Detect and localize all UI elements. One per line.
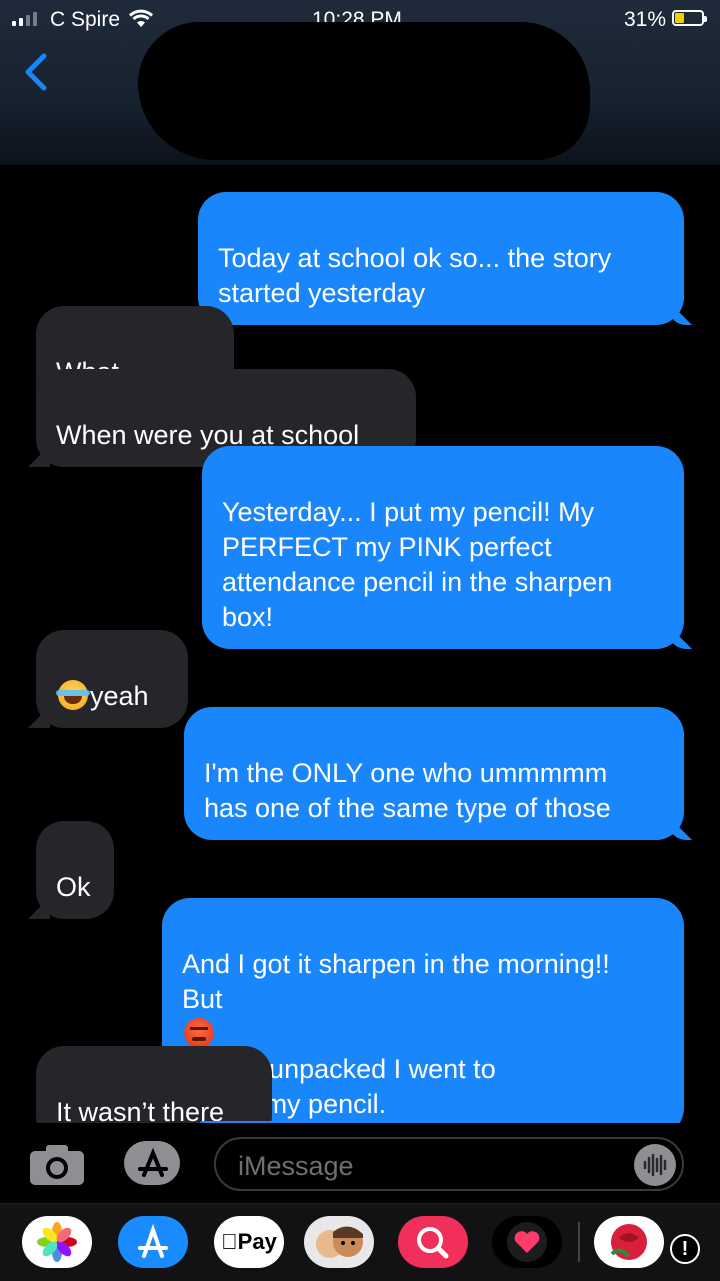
- app-store-icon[interactable]: [122, 1139, 184, 1187]
- message-thread[interactable]: Today at school ok so... the story start…: [0, 165, 720, 1123]
- message-received[interactable]: Ok: [36, 821, 114, 919]
- photos-icon[interactable]: [22, 1216, 92, 1268]
- message-text: yeah: [90, 681, 149, 711]
- face-with-tears-of-joy-icon: [56, 680, 90, 710]
- message-text: Today at school ok so... the story start…: [218, 243, 612, 308]
- carrier-name: C Spire: [50, 8, 121, 31]
- apple-pay-label: Pay: [221, 1229, 277, 1254]
- app-drawer: Pay !: [0, 1203, 720, 1281]
- drawer-divider: [578, 1222, 580, 1262]
- message-sent[interactable]: Yesterday... I put my pencil! My PERFECT…: [202, 446, 684, 649]
- message-input[interactable]: [236, 1147, 620, 1185]
- battery-icon: [672, 10, 707, 26]
- signal-icon: [12, 12, 37, 26]
- sticker-icon[interactable]: [594, 1216, 664, 1268]
- battery-percent: 31%: [624, 8, 667, 31]
- audio-waveform-icon[interactable]: [634, 1144, 676, 1186]
- digital-touch-icon[interactable]: [492, 1216, 562, 1268]
- wifi-icon: [128, 9, 154, 27]
- conversation-header: C Spire 10:28 PM 31%: [0, 0, 720, 165]
- message-text: Yesterday... I put my pencil! My PERFECT…: [222, 497, 613, 632]
- message-text: It wasn’t there: [56, 1097, 225, 1123]
- message-input-field[interactable]: [214, 1137, 684, 1191]
- message-sent[interactable]: Today at school ok so... the story start…: [198, 192, 684, 325]
- message-text: Ok: [56, 872, 91, 902]
- info-icon[interactable]: !: [670, 1234, 700, 1264]
- redacted-contact-name: [138, 22, 590, 160]
- message-text: I'm the ONLY one who ummmmm has one of t…: [204, 758, 611, 823]
- message-received[interactable]: yeah: [36, 630, 188, 728]
- web-search-icon[interactable]: [398, 1216, 468, 1268]
- pouting-face-icon: [184, 1018, 214, 1048]
- camera-icon[interactable]: [28, 1141, 86, 1187]
- message-sent[interactable]: I'm the ONLY one who ummmmm has one of t…: [184, 707, 684, 840]
- message-text: And I got it sharpen in the morning!! Bu…: [182, 949, 610, 1014]
- message-received[interactable]: It wasn’t there: [36, 1046, 272, 1123]
- app-store-icon[interactable]: [118, 1216, 188, 1268]
- memoji-icon[interactable]: [304, 1216, 374, 1268]
- apple-pay-icon[interactable]: Pay: [214, 1216, 284, 1268]
- compose-bar: [0, 1123, 720, 1203]
- chevron-left-icon[interactable]: [18, 52, 58, 92]
